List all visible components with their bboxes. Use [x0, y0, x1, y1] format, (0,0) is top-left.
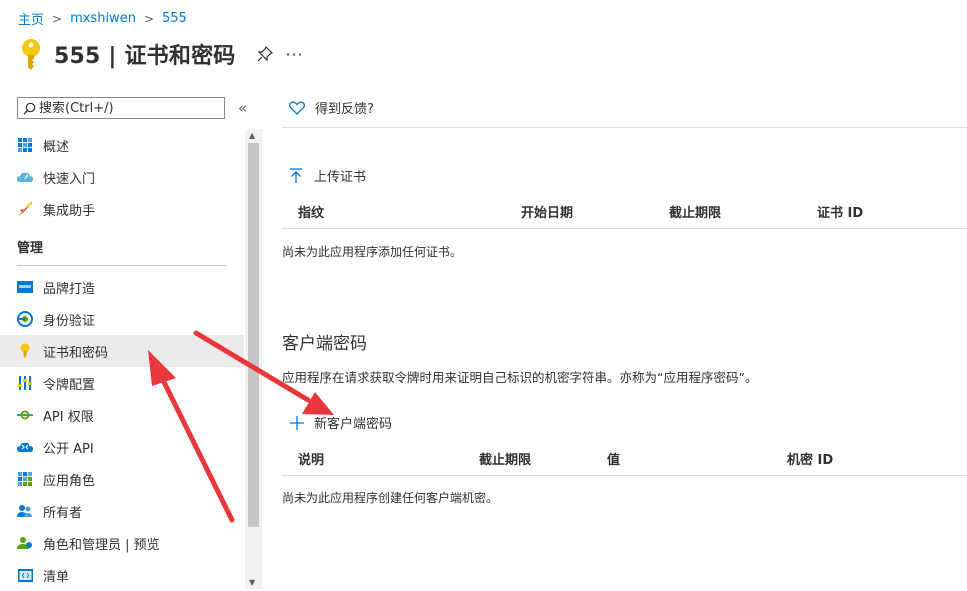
grid-icon [17, 137, 33, 153]
sidebar-item-label: 令牌配置 [43, 377, 96, 393]
key-icon [17, 343, 33, 359]
secrets-empty-message: 尚未为此应用程序创建任何客户端机密。 [282, 491, 499, 505]
feedback-button[interactable]: 得到反馈? [289, 98, 374, 117]
more-options-icon[interactable]: ··· [285, 45, 303, 64]
pin-icon[interactable] [257, 46, 274, 62]
column-header-thumbprint[interactable]: 指纹 [298, 202, 324, 221]
breadcrumb-tenant[interactable]: mxshiwen [70, 11, 136, 26]
client-secrets-description: 应用程序在请求获取令牌时用来证明自己标识的机密字符串。亦称为“应用程序密码”。 [282, 370, 758, 385]
certificates-empty-message: 尚未为此应用程序添加任何证书。 [282, 245, 463, 259]
sidebar-section-manage: 管理 [17, 241, 44, 256]
column-header-description[interactable]: 说明 [298, 449, 324, 468]
key-icon [22, 39, 40, 70]
heart-icon [289, 100, 305, 115]
sidebar-item-api-permissions[interactable]: API 权限 [0, 399, 244, 431]
sidebar-item-label: 证书和密码 [43, 345, 109, 361]
branding-icon [17, 279, 33, 295]
manifest-icon [17, 567, 33, 583]
sidebar-item-app-roles[interactable]: 应用角色 [0, 463, 244, 495]
scrollbar-thumb[interactable] [248, 143, 259, 527]
app-roles-icon [17, 471, 33, 487]
breadcrumb-home[interactable]: 主页 [18, 9, 44, 28]
plus-icon [290, 415, 304, 430]
sidebar-item-label: 角色和管理员 | 预览 [43, 537, 160, 553]
sidebar-item-overview[interactable]: 概述 [0, 129, 244, 161]
sidebar-item-branding[interactable]: 品牌打造 [0, 271, 244, 303]
upload-certificate-button[interactable]: 上传证书 [290, 166, 366, 185]
sidebar-item-authentication[interactable]: 身份验证 [0, 303, 244, 335]
scroll-down-icon[interactable]: ▼ [249, 578, 255, 587]
cloud-api-icon [17, 439, 33, 455]
sidebar-item-owners[interactable]: 所有者 [0, 495, 244, 527]
sidebar-item-label: 清单 [43, 569, 70, 585]
breadcrumb-app[interactable]: 555 [162, 11, 187, 26]
collapse-sidebar-button[interactable]: « [238, 99, 247, 117]
owners-icon [17, 503, 33, 519]
sidebar-item-quickstart[interactable]: 快速入门 [0, 161, 244, 193]
sidebar: 概述 快速入门 集成助手 管理 品牌打造 身份验证 证书和密码 令牌配置 API… [0, 129, 244, 591]
new-client-secret-button[interactable]: 新客户端密码 [290, 413, 392, 432]
upload-certificate-label: 上传证书 [314, 170, 367, 185]
upload-icon [290, 167, 302, 183]
column-header-expires[interactable]: 截止期限 [669, 202, 721, 221]
breadcrumb: 主页 > mxshiwen > 555 [18, 9, 187, 28]
chevron-right-icon: > [52, 11, 63, 26]
sidebar-divider [17, 265, 226, 266]
sidebar-item-label: 集成助手 [43, 203, 96, 219]
page-header: 555 | 证书和密码 ··· [18, 36, 304, 72]
sidebar-item-label: API 权限 [43, 409, 94, 425]
new-client-secret-label: 新客户端密码 [314, 417, 393, 432]
page-title: 555 | 证书和密码 [54, 44, 236, 69]
column-header-start-date[interactable]: 开始日期 [521, 202, 573, 221]
search-input[interactable] [39, 100, 209, 116]
sidebar-item-label: 身份验证 [43, 313, 96, 329]
column-header-expires[interactable]: 截止期限 [479, 449, 531, 468]
column-header-secret-id[interactable]: 机密 ID [787, 449, 833, 468]
sidebar-item-label: 应用角色 [43, 473, 96, 489]
roles-admins-icon [17, 535, 33, 551]
rocket-icon [17, 201, 33, 217]
chevron-right-icon: > [143, 11, 154, 26]
sidebar-item-integration-assistant[interactable]: 集成助手 [0, 193, 244, 225]
authentication-icon [17, 311, 33, 327]
sidebar-item-label: 公开 API [43, 441, 94, 457]
sidebar-item-expose-api[interactable]: 公开 API [0, 431, 244, 463]
toolbar-divider [282, 127, 967, 128]
feedback-label: 得到反馈? [315, 102, 374, 117]
api-permissions-icon [17, 407, 33, 423]
sidebar-item-label: 快速入门 [43, 171, 96, 187]
table-header-divider [282, 475, 967, 476]
search-box[interactable] [17, 97, 225, 119]
scroll-up-icon[interactable]: ▲ [249, 131, 255, 140]
sidebar-item-label: 概述 [43, 139, 70, 155]
sidebar-item-roles-admins[interactable]: 角色和管理员 | 预览 [0, 527, 244, 559]
search-icon [23, 102, 36, 114]
table-header-divider [282, 228, 967, 229]
column-header-certificate-id[interactable]: 证书 ID [817, 202, 863, 221]
sidebar-item-label: 品牌打造 [43, 281, 96, 297]
sidebar-item-token-configuration[interactable]: 令牌配置 [0, 367, 244, 399]
sidebar-item-label: 所有者 [43, 505, 83, 521]
cloud-rocket-icon [17, 169, 33, 185]
sidebar-item-manifest[interactable]: 清单 [0, 559, 244, 591]
column-header-value[interactable]: 值 [607, 449, 620, 468]
sidebar-item-certificates-secrets[interactable]: 证书和密码 [0, 335, 244, 367]
client-secrets-title: 客户端密码 [282, 334, 367, 354]
token-config-icon [17, 375, 33, 391]
